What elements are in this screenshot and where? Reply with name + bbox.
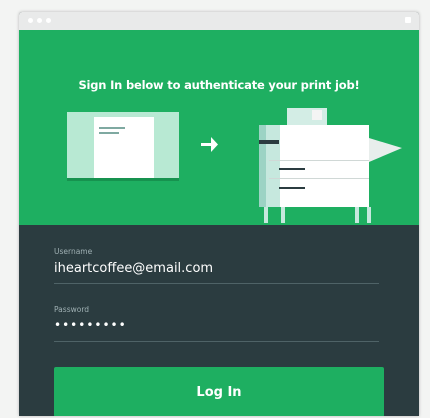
close-icon[interactable]	[405, 17, 411, 23]
username-label: Username	[54, 247, 93, 256]
printer-icon	[259, 108, 402, 223]
window-dot-icon[interactable]	[28, 18, 33, 23]
window-dot-icon[interactable]	[37, 18, 42, 23]
login-button[interactable]: Log In	[54, 367, 384, 416]
hero-banner: Sign In below to authenticate your print…	[19, 30, 419, 225]
username-field[interactable]: iheartcoffee@email.com	[54, 261, 213, 276]
login-form: Username iheartcoffee@email.com Password…	[19, 225, 419, 416]
arrow-right-icon	[201, 137, 218, 152]
window-controls	[28, 18, 51, 23]
print-illustration	[67, 108, 402, 223]
login-window: Sign In below to authenticate your print…	[19, 12, 419, 416]
password-label: Password	[54, 305, 90, 314]
window-dot-icon[interactable]	[46, 18, 51, 23]
password-field[interactable]: •••••••••	[54, 318, 127, 332]
document-icon	[67, 112, 179, 181]
window-titlebar	[19, 12, 419, 30]
password-underline	[54, 341, 379, 342]
username-underline	[54, 283, 379, 284]
